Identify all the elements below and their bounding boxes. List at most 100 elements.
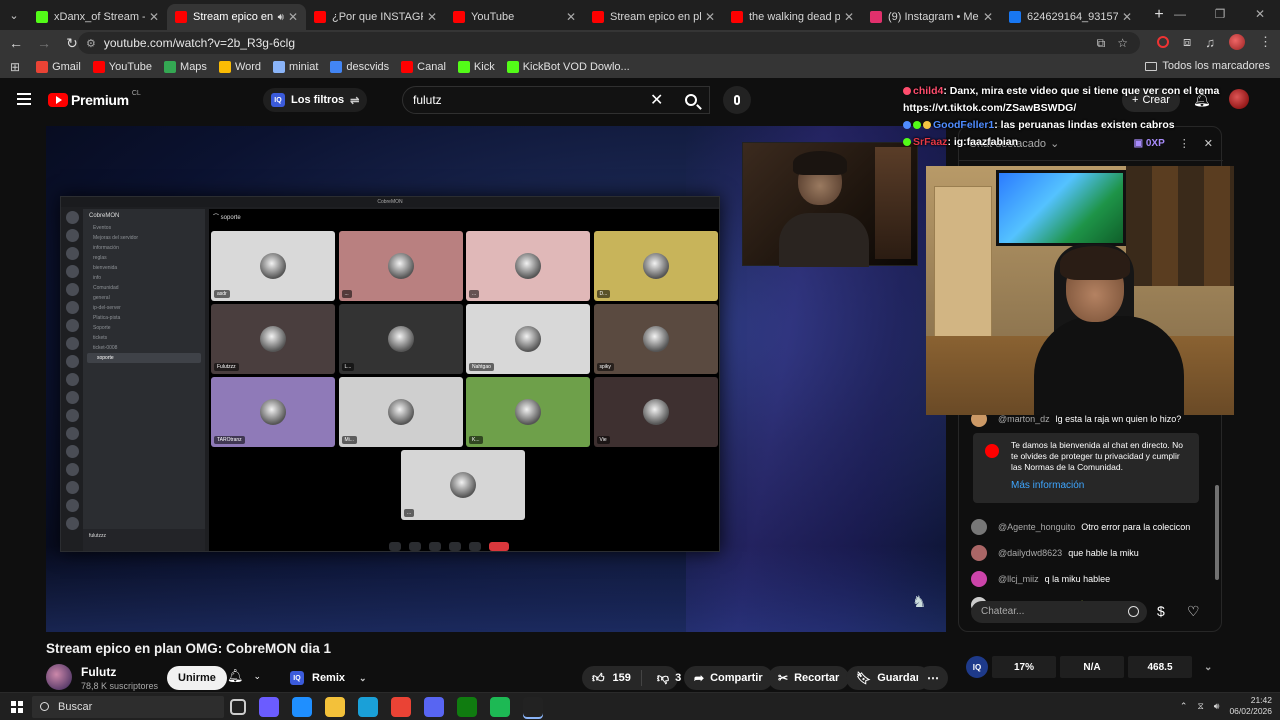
heart-icon[interactable]: ♡ [1187,603,1200,620]
chat-author[interactable]: @llcj_miiz [998,574,1039,584]
like-button[interactable]: 👍︎ 159 [582,670,642,686]
tab-close-icon[interactable]: ✕ [288,10,298,24]
spotify-app-icon[interactable] [490,697,510,717]
media-controls-icon[interactable]: ♫ [1205,35,1215,50]
bookmark-star-icon[interactable]: ☆ [1117,36,1128,51]
bookmark-item[interactable]: Gmail [36,61,81,73]
chat-author[interactable]: @Agente_honguito [998,522,1075,532]
channel-name[interactable]: Fulutz [81,665,116,679]
edge-app-icon[interactable] [358,697,378,717]
super-chat-icon[interactable]: $ [1157,603,1165,619]
search-button[interactable] [672,86,710,114]
explorer-app-icon[interactable] [325,697,345,717]
tab-close-icon[interactable]: ✕ [427,10,437,24]
chat-scrollbar[interactable] [1215,485,1219,580]
bookmark-item[interactable]: descvids [330,61,389,73]
discord-guild-icon [65,283,79,296]
browser-tab[interactable]: YouTube ✕ [445,4,584,30]
browser-tab[interactable]: the walking dead pero to ✕ [723,4,862,30]
discord-guild-icon [65,517,79,530]
browser-tab[interactable]: ¿Por que INSTAGRAM es ✕ [306,4,445,30]
emoji-icon[interactable] [1128,606,1139,617]
clock[interactable]: 21:42 06/02/2026 [1229,695,1272,717]
discord-app-icon[interactable] [424,697,444,717]
video-title: Stream epico en plan OMG: CobreMON dia 1 [46,641,332,656]
xbox-app-icon[interactable] [457,697,477,717]
extensions-icon[interactable]: ⧈ [1183,34,1191,50]
bookmark-label: descvids [346,61,390,73]
youtube-logo[interactable]: Premium CL [48,90,141,108]
tab-close-icon[interactable]: ✕ [705,10,715,24]
taskbar-search[interactable]: Buscar [32,696,224,718]
obs-app-icon[interactable] [523,697,543,717]
address-bar[interactable]: ⚙ youtube.com/watch?v=2b_R3g-6clg ⧉ ☆ [78,32,1140,54]
maximize-button[interactable]: ❐ [1200,0,1240,28]
tab-close-icon[interactable]: ✕ [844,10,854,24]
chevron-down-icon[interactable]: ⌄ [1204,662,1212,673]
guide-menu-icon[interactable] [17,93,31,105]
bookmark-item[interactable]: KickBot VOD Dowlo... [506,61,630,73]
tab-audio-icon[interactable]: 🔊︎ [278,12,284,23]
bookmark-item[interactable]: Canal [401,61,446,73]
start-button[interactable] [11,700,23,713]
share-button[interactable]: ➦ Compartir [684,666,773,690]
chat-author-avatar[interactable] [971,545,987,561]
chrome-app-icon[interactable] [391,697,411,717]
task-view-app-icon[interactable] [230,699,246,715]
record-extension-icon[interactable] [1156,36,1169,48]
tab-close-icon[interactable]: ✕ [566,10,576,24]
bookmark-item[interactable]: miniat [273,61,318,73]
browser-tab[interactable]: Stream epico en plan OMG ✕ [584,4,723,30]
chat-author-avatar[interactable] [971,571,987,587]
volume-icon[interactable]: 🔊︎ [1214,701,1220,712]
chat-author[interactable]: @marton_dz [998,414,1050,424]
more-actions-button[interactable]: ⋯ [918,666,948,690]
stat-value: 468.5 [1128,656,1192,678]
bookmark-item[interactable]: YouTube [92,61,152,73]
search-input[interactable]: fulutz [402,86,710,114]
store-app-icon[interactable] [292,697,312,717]
tab-close-icon[interactable]: ✕ [983,10,993,24]
video-player[interactable]: CobreMON CobreMON Eventos Mejoras del ser… [46,126,946,632]
account-avatar[interactable] [1229,89,1249,109]
tab-close-icon[interactable]: ✕ [149,10,159,24]
join-button[interactable]: Unirme [167,666,227,690]
site-info-icon[interactable]: ⚙ [86,37,96,50]
clear-search-icon[interactable]: ✕ [650,90,663,110]
participant-avatar [387,253,414,279]
apps-grid-icon[interactable]: ⊞ [10,60,20,74]
network-icon[interactable]: ⧖ [1197,701,1203,712]
subscription-bell-button[interactable]: 🔔︎ ⌄ [227,668,261,684]
iq-extension-icon[interactable]: IQ [966,656,988,678]
voice-search-button[interactable] [723,86,751,114]
tray-chevron-icon[interactable]: ⌃ [1180,701,1188,712]
menu-kebab-icon[interactable]: ⋮ [1259,34,1272,50]
bookmark-item[interactable]: Maps [164,61,207,73]
browser-tab[interactable]: xDanx_of Stream - Watch ✕ [28,4,167,30]
browser-tab[interactable]: 624629164_93157056608 ✕ [1001,4,1140,30]
browser-tab[interactable]: (9) Instagram • Mensajes ✕ [862,4,1001,30]
chat-author-avatar[interactable] [971,519,987,535]
install-app-icon[interactable]: ⧉ [1097,36,1106,51]
more-info-link[interactable]: Más información [1011,480,1191,491]
bookmark-item[interactable]: Word [218,61,261,73]
filters-extension-button[interactable]: IQ Los filtros ⇌ [263,88,368,112]
back-button[interactable]: ← [4,31,28,55]
all-bookmarks[interactable]: Todos los marcadores [1145,60,1270,72]
tab-favicon-icon [592,11,604,23]
tab-search-button[interactable]: ⌄ [0,0,28,30]
remix-button[interactable]: IQ Remix ⌄ [282,666,375,690]
profile-avatar[interactable] [1229,34,1245,50]
chat-input[interactable]: Chatear... [971,601,1147,623]
channel-avatar[interactable] [46,664,72,690]
forward-button[interactable]: → [32,31,56,55]
copilot-app-icon[interactable] [259,697,279,717]
clip-button[interactable]: ✂ Recortar [768,666,850,690]
browser-tab[interactable]: Stream epico en plan OMG 🔊︎ ✕ [167,4,306,30]
minimize-button[interactable]: — [1160,0,1200,28]
tab-close-icon[interactable]: ✕ [1122,10,1132,24]
discord-participant-tile: ... [401,450,525,520]
chat-author[interactable]: @dailydwd8623 [998,548,1062,558]
bookmark-item[interactable]: Kick [457,61,495,73]
close-window-button[interactable]: ✕ [1240,0,1280,28]
